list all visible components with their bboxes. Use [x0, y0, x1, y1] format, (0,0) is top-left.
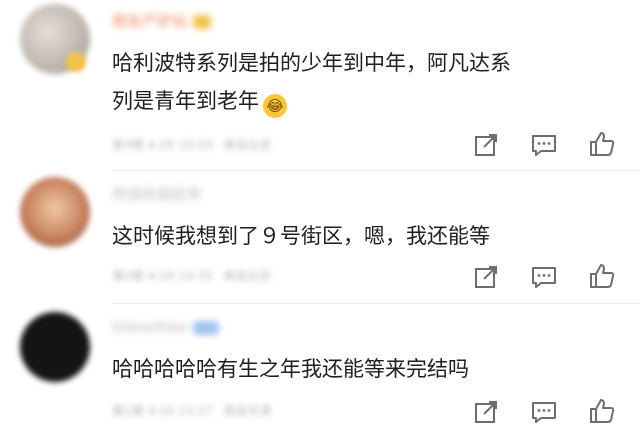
crown-icon — [193, 14, 212, 29]
share-icon[interactable] — [472, 263, 500, 291]
comment-meta: 第3楼 4-20 15:03 来自北京 — [112, 136, 281, 154]
thumbs-up-icon[interactable] — [588, 262, 616, 290]
comment-text-line: 哈利波特系列是拍的少年到中年，阿凡达系 — [112, 51, 511, 75]
comment-item: 你自在如此年 这时候我想到了９号街区，嗯，我还能等 第2楼 4-20 14:35… — [0, 171, 640, 303]
thumbs-up-icon[interactable] — [588, 397, 616, 425]
comment-time: 第3楼 4-20 15:03 — [112, 138, 214, 152]
comment-text: 哈哈哈哈哈有生之年我还能等来完结吗 — [112, 350, 632, 388]
comment-time: 第1楼 4-20 13:27 — [112, 404, 214, 418]
avatar[interactable] — [20, 312, 90, 382]
comment-source: 来自北京 — [223, 138, 272, 152]
comment-icon[interactable] — [530, 131, 558, 159]
comment-icon[interactable] — [530, 263, 558, 291]
share-icon[interactable] — [472, 131, 500, 159]
comment-meta: 第2楼 4-20 14:35 来自北京 — [112, 267, 281, 285]
comment-text: 哈利波特系列是拍的少年到中年，阿凡达系 列是青年到老年 😂 — [112, 44, 632, 120]
badge-icon — [66, 52, 86, 72]
comment-source: 来自天津 — [223, 404, 272, 418]
comment-source: 来自北京 — [223, 269, 272, 283]
comment-time: 第2楼 4-20 14:35 — [112, 269, 214, 283]
comment-username[interactable]: lnlovefree — [112, 316, 219, 338]
comment-item: lnlovefree 哈哈哈哈哈有生之年我还能等来完结吗 第1楼 4-20 13… — [0, 304, 640, 434]
laugh-cry-emoji-icon: 😂 — [263, 94, 287, 118]
comment-text: 这时候我想到了９号街区，嗯，我还能等 — [112, 217, 632, 255]
thumbs-up-icon[interactable] — [588, 130, 616, 158]
comment-text-line: 哈哈哈哈哈有生之年我还能等来完结吗 — [112, 357, 469, 381]
comment-icon[interactable] — [530, 398, 558, 426]
comment-item: 朋友产驴仙 哈利波特系列是拍的少年到中年，阿凡达系 列是青年到老年 😂 第3楼 4… — [0, 0, 640, 170]
comment-username[interactable]: 朋友产驴仙 — [112, 10, 212, 32]
comment-username[interactable]: 你自在如此年 — [112, 183, 202, 205]
vip-badge-icon — [192, 320, 219, 335]
comment-meta: 第1楼 4-20 13:27 来自天津 — [112, 402, 281, 420]
share-icon[interactable] — [472, 398, 500, 426]
avatar[interactable] — [20, 177, 90, 247]
comment-text-line: 列是青年到老年 😂 — [112, 82, 632, 120]
comment-text-line: 这时候我想到了９号街区，嗯，我还能等 — [112, 224, 490, 248]
